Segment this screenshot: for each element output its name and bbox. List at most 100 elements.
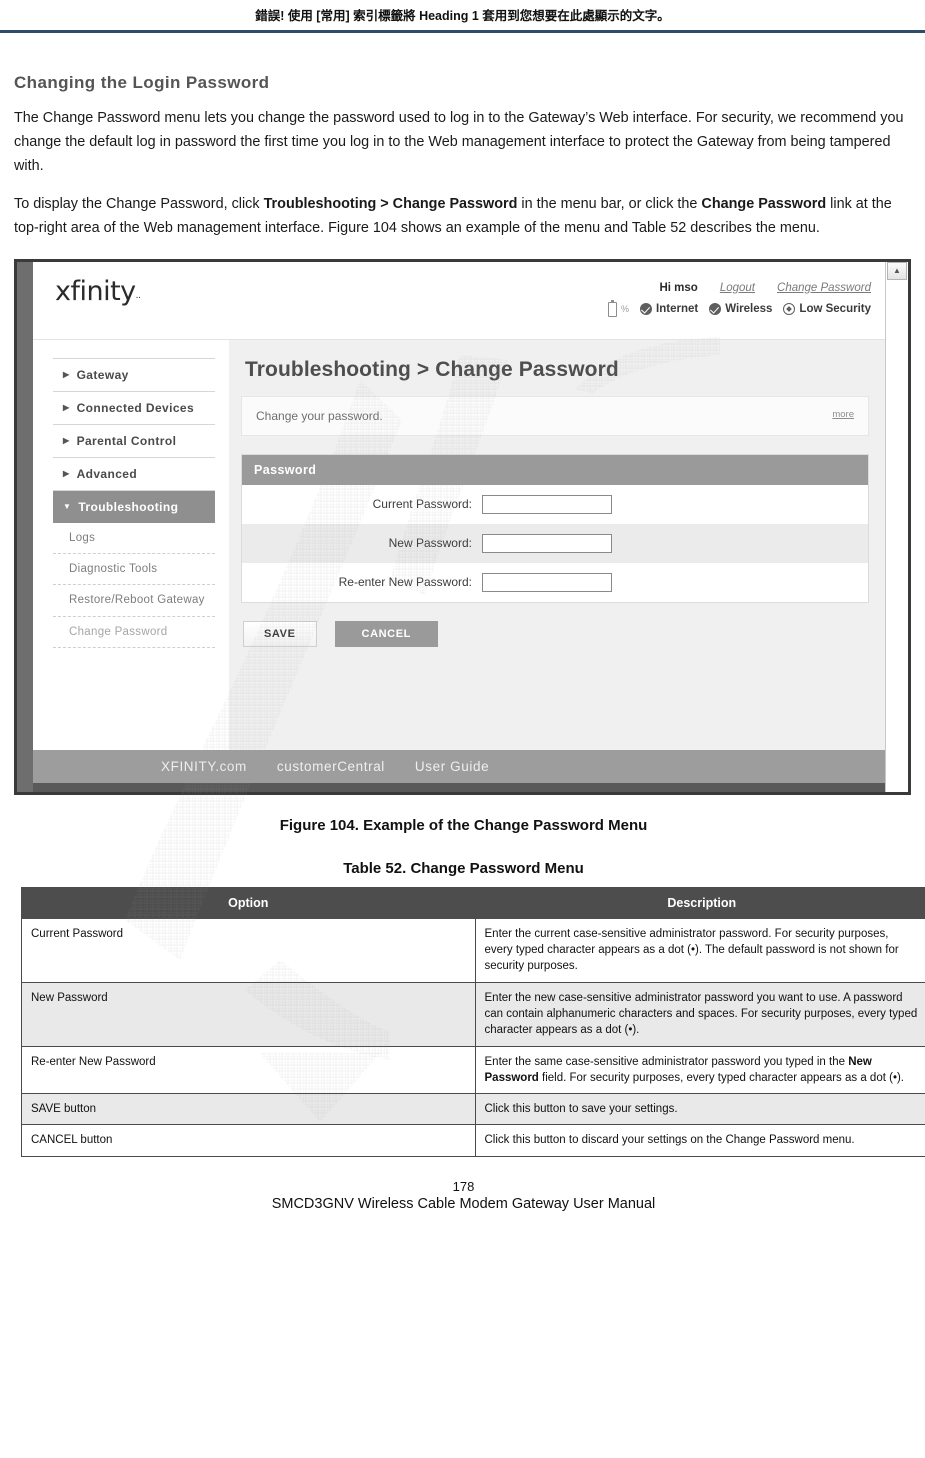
- sidebar-item-advanced[interactable]: ▶ Advanced: [53, 458, 215, 491]
- cancel-button[interactable]: CANCEL: [334, 620, 438, 647]
- greeting-text: Hi mso: [659, 281, 698, 294]
- table-row: Current Password Enter the current case-…: [21, 917, 925, 983]
- table-caption: Table 52. Change Password Menu: [343, 859, 584, 877]
- paragraph-intro: The Change Password menu lets you change…: [14, 110, 904, 174]
- sidebar-item-gateway[interactable]: ▶ Gateway: [53, 359, 215, 392]
- para2-part1: To display the Change Password, click: [14, 195, 264, 212]
- table-row: Re-enter New Password Enter the same cas…: [21, 1045, 925, 1095]
- new-password-label: New Password:: [388, 536, 472, 551]
- status-wireless-label: Wireless: [725, 303, 773, 316]
- field-row-reenter-new-password: Re-enter New Password:: [242, 562, 868, 602]
- battery-status: %: [608, 299, 630, 317]
- field-row-new-password: New Password:: [242, 523, 868, 563]
- new-password-input[interactable]: [482, 533, 612, 553]
- page-number: 178: [452, 1178, 475, 1194]
- status-security-label: Low Security: [799, 303, 871, 316]
- table-row: New Password Enter the new case-sensitiv…: [21, 981, 925, 1047]
- current-password-input[interactable]: [482, 494, 612, 514]
- router-footer: XFINITY.com customerCentral User Guide: [33, 749, 885, 792]
- router-ui-screenshot: xfinity.. Hi mso Logout Change Password …: [14, 258, 911, 795]
- nav-list: ▶ Gateway ▶ Connected Devices ▶ Parental…: [53, 357, 215, 649]
- status-internet: Internet: [640, 303, 699, 316]
- figure-container: xfinity.. Hi mso Logout Change Password …: [14, 258, 913, 795]
- current-password-label: Current Password:: [372, 497, 472, 512]
- page-title: Changing the Login Password: [14, 73, 270, 92]
- cell-description: Enter the same case-sensitive administra…: [474, 1045, 925, 1095]
- scrollbar-track[interactable]: [887, 279, 907, 792]
- sidebar-subitem-logs[interactable]: Logs: [53, 523, 215, 554]
- form-actions: SAVE CANCEL: [241, 617, 869, 647]
- reenter-new-password-input[interactable]: [482, 572, 612, 592]
- battery-icon: [608, 299, 618, 317]
- cell-option: Current Password: [21, 917, 476, 983]
- menu-path-bold: Troubleshooting > Change Password: [263, 195, 518, 212]
- status-bar: % Internet Wireless Low Security: [608, 299, 871, 317]
- cell-option: Re-enter New Password: [21, 1045, 476, 1095]
- xfinity-logo-text: xfinity: [55, 275, 136, 307]
- more-link[interactable]: more: [832, 409, 854, 420]
- desc-part1: Enter the same case-sensitive administra…: [484, 1055, 849, 1068]
- table-row: CANCEL button Click this button to disca…: [21, 1124, 925, 1157]
- browser-left-edge: [17, 261, 33, 792]
- password-panel-title: Password: [242, 454, 868, 485]
- trademark-mark: ..: [135, 290, 141, 301]
- cell-description: Enter the current case-sensitive adminis…: [474, 917, 925, 983]
- description-text: Change your password.: [256, 408, 383, 423]
- router-sidebar: ▶ Gateway ▶ Connected Devices ▶ Parental…: [33, 339, 229, 750]
- chevron-right-icon: ▶: [63, 370, 70, 380]
- sidebar-item-parental-control[interactable]: ▶ Parental Control: [53, 425, 215, 458]
- paragraph-instructions: To display the Change Password, click Tr…: [14, 193, 913, 241]
- chevron-down-icon: ▼: [63, 502, 72, 512]
- battery-percent-label: %: [621, 304, 630, 315]
- para2-part3: in the menu bar, or click the: [517, 195, 702, 212]
- cell-option: SAVE button: [21, 1093, 476, 1126]
- account-links: Hi mso Logout Change Password: [608, 282, 871, 294]
- sidebar-item-troubleshooting[interactable]: ▼ Troubleshooting: [53, 490, 215, 523]
- cell-description: Enter the new case-sensitive administrat…: [474, 981, 925, 1047]
- status-security: Low Security: [783, 303, 871, 316]
- xfinity-logo: xfinity..: [55, 275, 141, 307]
- sidebar-item-label: Parental Control: [76, 433, 177, 448]
- table-header-row: Option Description: [21, 886, 925, 919]
- change-password-link[interactable]: Change Password: [777, 282, 871, 294]
- header-rule: [0, 30, 925, 33]
- field-row-current-password: Current Password:: [242, 484, 868, 524]
- cell-option: CANCEL button: [21, 1124, 476, 1157]
- change-password-link-bold: Change Password: [701, 195, 827, 212]
- footer-link-customer-central[interactable]: customerCentral: [277, 759, 385, 774]
- content-heading: Troubleshooting > Change Password: [245, 357, 619, 381]
- check-circle-icon: [640, 303, 653, 316]
- scroll-up-arrow-icon[interactable]: ▲: [887, 261, 907, 280]
- logout-link[interactable]: Logout: [720, 282, 755, 294]
- router-ui-body: xfinity.. Hi mso Logout Change Password …: [33, 261, 885, 792]
- check-circle-icon: [709, 303, 722, 316]
- router-main: ▶ Gateway ▶ Connected Devices ▶ Parental…: [33, 339, 885, 750]
- sidebar-subitem-restore-reboot-gateway[interactable]: Restore/Reboot Gateway: [53, 585, 215, 617]
- description-panel: Change your password. more: [241, 395, 869, 436]
- figure-caption: Figure 104. Example of the Change Passwo…: [279, 816, 648, 834]
- cell-description: Click this button to discard your settin…: [474, 1124, 925, 1157]
- sidebar-item-label: Troubleshooting: [78, 499, 179, 514]
- sidebar-subitem-change-password[interactable]: Change Password: [53, 617, 215, 649]
- table-row: SAVE button Click this button to save yo…: [21, 1093, 925, 1126]
- chevron-right-icon: ▶: [63, 469, 70, 479]
- router-content: Troubleshooting > Change Password Change…: [229, 339, 885, 750]
- save-button[interactable]: SAVE: [243, 620, 317, 647]
- router-header-right: Hi mso Logout Change Password % Internet…: [608, 276, 871, 317]
- column-header-description: Description: [474, 886, 925, 919]
- reenter-new-password-label: Re-enter New Password:: [338, 575, 472, 590]
- sidebar-item-connected-devices[interactable]: ▶ Connected Devices: [53, 392, 215, 425]
- footer-link-xfinity[interactable]: XFINITY.com: [161, 759, 247, 774]
- shield-icon: [783, 303, 796, 316]
- footer-link-user-guide[interactable]: User Guide: [415, 759, 489, 774]
- browser-scrollbar[interactable]: ▲: [885, 261, 908, 792]
- router-header: xfinity.. Hi mso Logout Change Password …: [33, 261, 885, 340]
- status-internet-label: Internet: [656, 303, 699, 316]
- change-password-options-table: Option Description Current Password Ente…: [21, 886, 925, 1157]
- sidebar-subitem-diagnostic-tools[interactable]: Diagnostic Tools: [53, 554, 215, 586]
- desc-part3: field. For security purposes, every type…: [538, 1071, 904, 1084]
- chevron-right-icon: ▶: [63, 436, 70, 446]
- password-panel: Password Current Password: New Password:…: [241, 453, 869, 603]
- cell-option: New Password: [21, 981, 476, 1047]
- column-header-option: Option: [21, 886, 476, 919]
